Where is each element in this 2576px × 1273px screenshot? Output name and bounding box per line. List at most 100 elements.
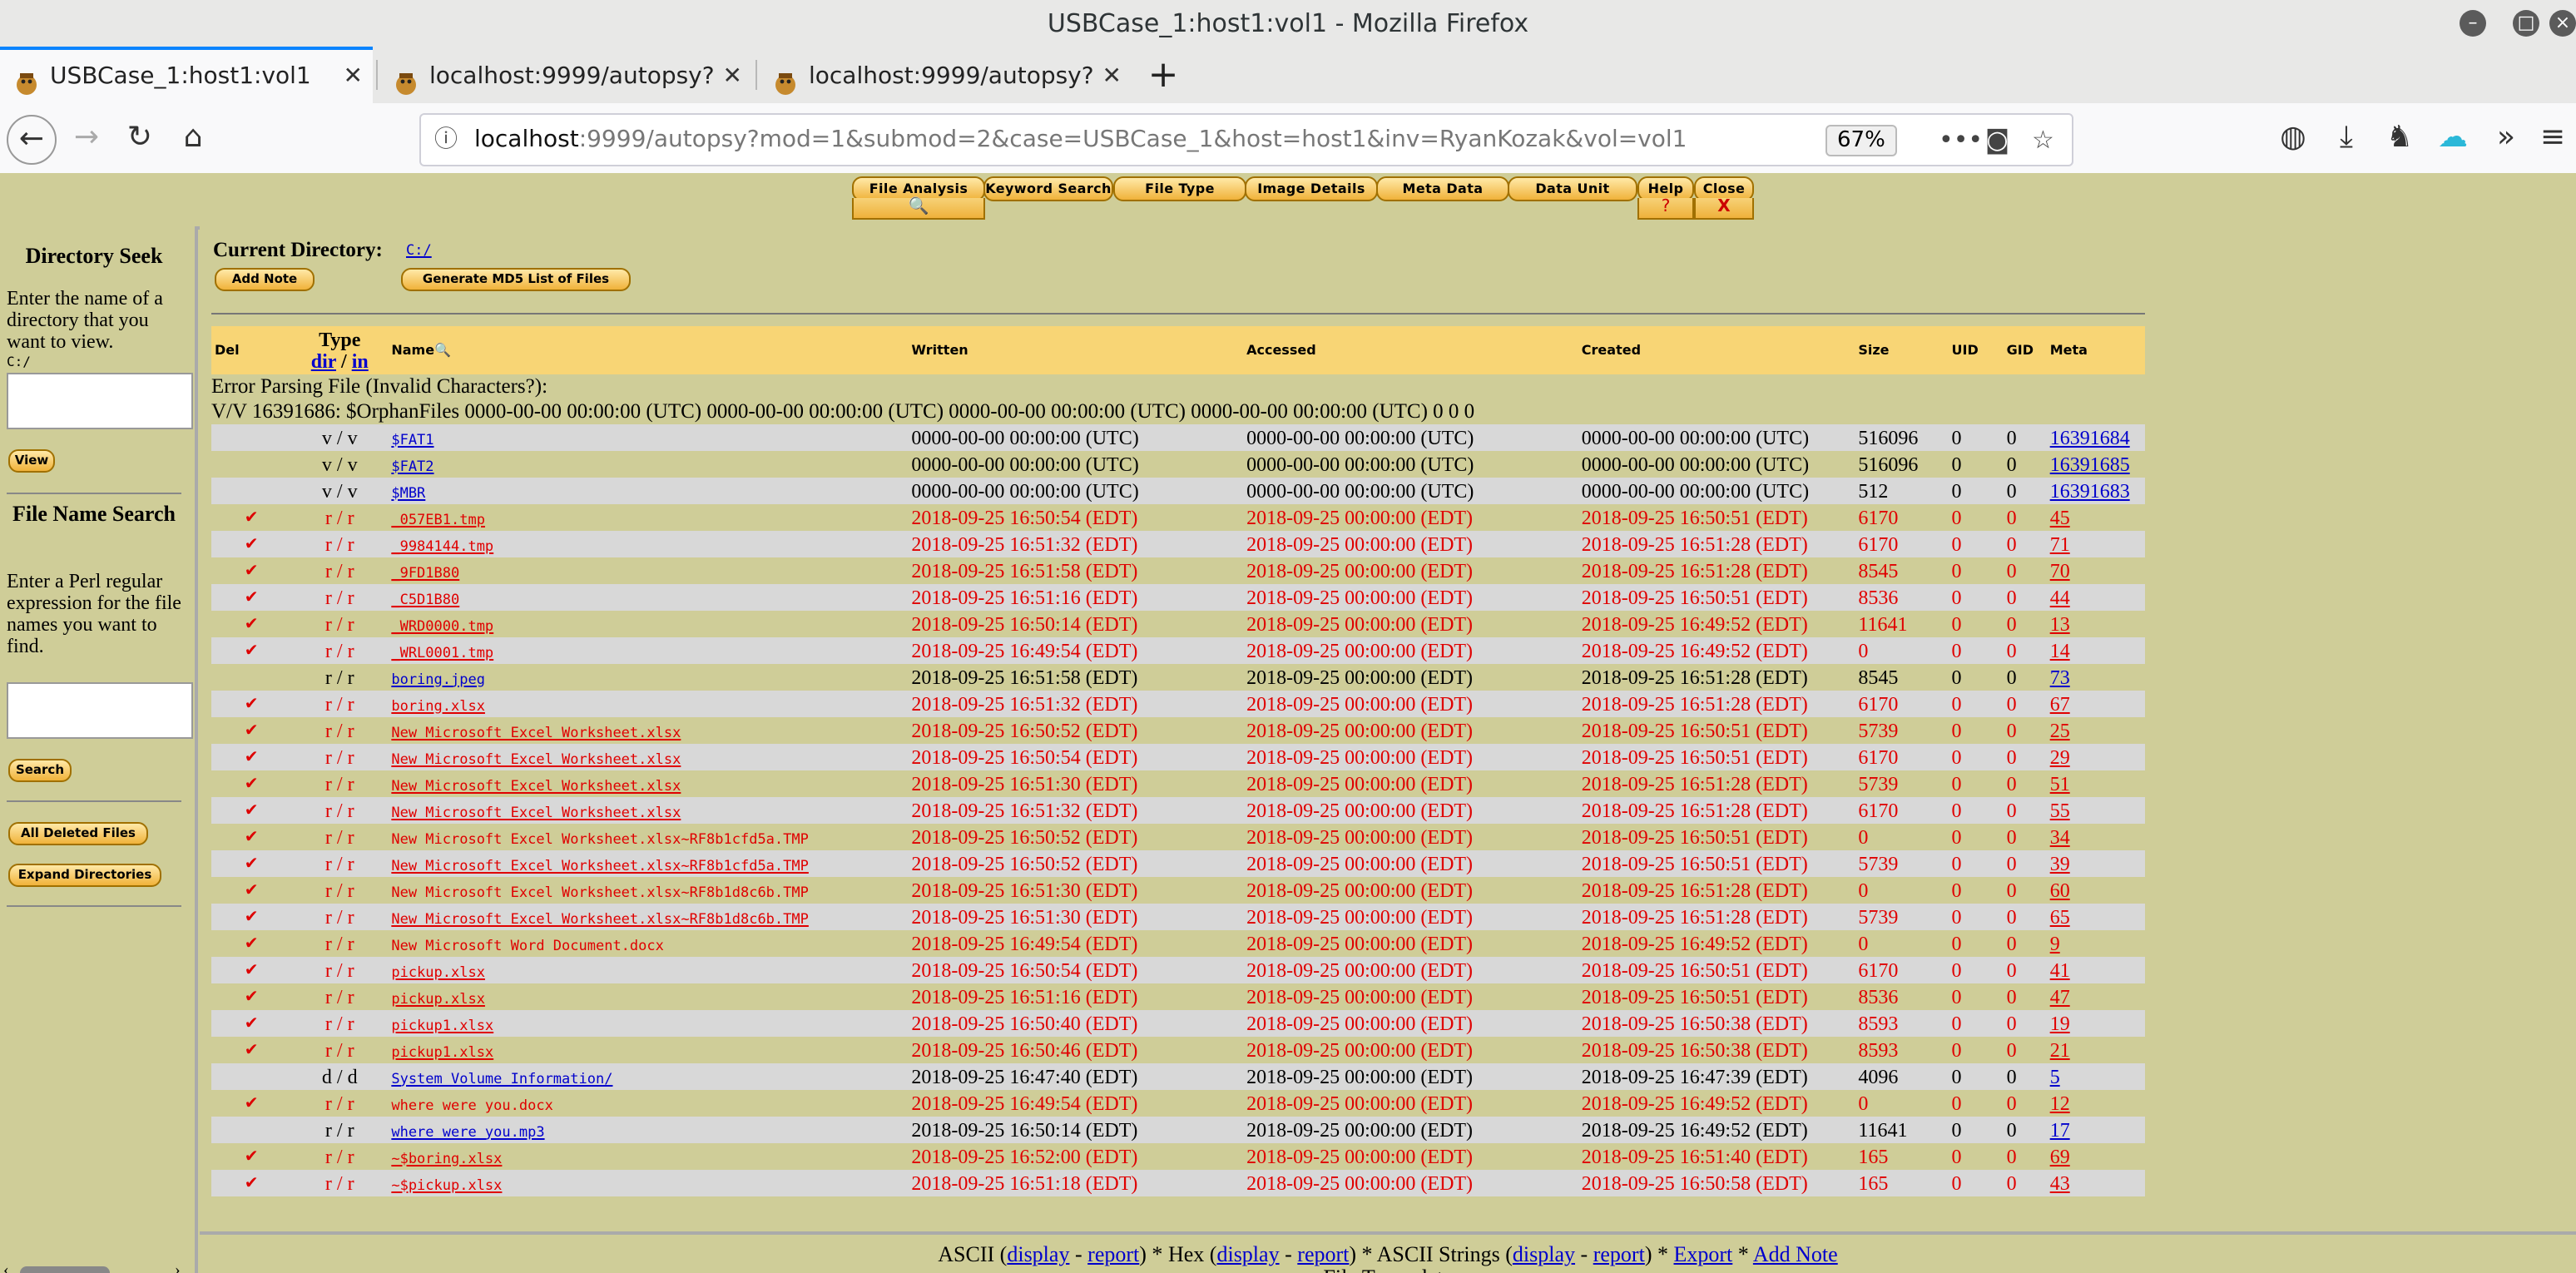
file-name-link[interactable]: System Volume Information/	[391, 1071, 612, 1087]
written-cell[interactable]: 2018-09-25 16:51:30 (EDT)	[911, 904, 1137, 928]
meta-link[interactable]: 73	[2050, 665, 2070, 688]
written-cell[interactable]: 2018-09-25 16:50:52 (EDT)	[911, 825, 1137, 848]
file-name-link[interactable]: pickup1.xlsx	[391, 1044, 493, 1061]
accessed-cell[interactable]: 2018-09-25 00:00:00 (EDT)	[1246, 558, 1473, 582]
written-cell[interactable]: 0000-00-00 00:00:00 (UTC)	[911, 452, 1138, 475]
written-cell[interactable]: 2018-09-25 16:52:00 (EDT)	[911, 1144, 1137, 1167]
created-cell[interactable]: 2018-09-25 16:50:38 (EDT)	[1582, 1038, 1808, 1061]
written-cell[interactable]: 2018-09-25 16:49:54 (EDT)	[911, 638, 1137, 661]
accessed-cell[interactable]: 2018-09-25 00:00:00 (EDT)	[1246, 1011, 1473, 1034]
created-cell[interactable]: 2018-09-25 16:49:52 (EDT)	[1582, 931, 1808, 954]
minimize-icon[interactable]: –	[2460, 10, 2486, 37]
accessed-cell[interactable]: 2018-09-25 00:00:00 (EDT)	[1246, 771, 1473, 795]
directory-input[interactable]	[7, 373, 193, 429]
type-dir-link[interactable]: dir	[311, 349, 336, 372]
created-cell[interactable]: 2018-09-25 16:50:38 (EDT)	[1582, 1011, 1808, 1034]
accessed-cell[interactable]: 2018-09-25 00:00:00 (EDT)	[1246, 958, 1473, 981]
created-cell[interactable]: 2018-09-25 16:49:52 (EDT)	[1582, 1117, 1808, 1141]
accessed-cell[interactable]: 2018-09-25 00:00:00 (EDT)	[1246, 585, 1473, 608]
written-cell[interactable]: 2018-09-25 16:51:16 (EDT)	[911, 585, 1137, 608]
type-in-link[interactable]: in	[352, 349, 369, 372]
hex-report-link[interactable]: report	[1297, 1241, 1349, 1266]
scroll-left-icon[interactable]: ‹	[3, 1261, 9, 1273]
written-cell[interactable]: 2018-09-25 16:51:16 (EDT)	[911, 984, 1137, 1008]
file-name-link[interactable]: _9984144.tmp	[391, 538, 493, 555]
created-cell[interactable]: 2018-09-25 16:51:28 (EDT)	[1582, 878, 1808, 901]
file-name-input[interactable]	[7, 682, 193, 739]
strings-report-link[interactable]: report	[1593, 1241, 1645, 1266]
back-icon[interactable]: ←	[7, 115, 57, 165]
written-cell[interactable]: 2018-09-25 16:51:30 (EDT)	[911, 878, 1137, 901]
image-details-tab[interactable]: Image Details	[1245, 176, 1378, 201]
meta-link[interactable]: 41	[2050, 958, 2070, 981]
created-cell[interactable]: 0000-00-00 00:00:00 (UTC)	[1582, 425, 1809, 448]
written-cell[interactable]: 2018-09-25 16:51:32 (EDT)	[911, 691, 1137, 715]
scroll-right-icon[interactable]: ›	[175, 1261, 181, 1273]
written-cell[interactable]: 2018-09-25 16:50:52 (EDT)	[911, 718, 1137, 741]
reload-icon[interactable]: ↻	[120, 118, 160, 158]
info-icon[interactable]: ⓘ	[434, 115, 458, 165]
meta-link[interactable]: 39	[2050, 851, 2070, 874]
created-cell[interactable]: 2018-09-25 16:49:52 (EDT)	[1582, 1091, 1808, 1114]
written-cell[interactable]: 2018-09-25 16:50:52 (EDT)	[911, 851, 1137, 874]
meta-link[interactable]: 12	[2050, 1091, 2070, 1114]
close-window-icon[interactable]: ×	[2549, 10, 2576, 37]
expand-directories-button[interactable]: Expand Directories	[8, 864, 161, 887]
file-name-link[interactable]: New Microsoft Excel Worksheet.xlsx	[391, 751, 681, 768]
accessed-cell[interactable]: 2018-09-25 00:00:00 (EDT)	[1246, 1038, 1473, 1061]
file-name-link[interactable]: pickup.xlsx	[391, 964, 485, 981]
created-cell[interactable]: 2018-09-25 16:51:28 (EDT)	[1582, 532, 1808, 555]
written-cell[interactable]: 2018-09-25 16:51:18 (EDT)	[911, 1171, 1137, 1194]
overflow-chevron-icon[interactable]: »	[2486, 118, 2526, 158]
meta-link[interactable]: 44	[2050, 585, 2070, 608]
close-x-icon[interactable]: X	[1694, 198, 1754, 220]
keyword-search-tab[interactable]: Keyword Search	[983, 176, 1113, 201]
meta-link[interactable]: 47	[2050, 984, 2070, 1008]
created-cell[interactable]: 2018-09-25 16:51:28 (EDT)	[1582, 558, 1808, 582]
written-cell[interactable]: 0000-00-00 00:00:00 (UTC)	[911, 478, 1138, 502]
file-name-link[interactable]: boring.jpeg	[391, 671, 485, 688]
meta-link[interactable]: 29	[2050, 745, 2070, 768]
meta-data-tab[interactable]: Meta Data	[1376, 176, 1509, 201]
meta-link[interactable]: 19	[2050, 1011, 2070, 1034]
accessed-cell[interactable]: 2018-09-25 00:00:00 (EDT)	[1246, 638, 1473, 661]
cookie-icon[interactable]: ◍	[2273, 118, 2313, 158]
accessed-cell[interactable]: 2018-09-25 00:00:00 (EDT)	[1246, 718, 1473, 741]
created-cell[interactable]: 2018-09-25 16:50:51 (EDT)	[1582, 505, 1808, 528]
accessed-cell[interactable]: 2018-09-25 00:00:00 (EDT)	[1246, 1117, 1473, 1141]
file-name-link[interactable]: $FAT2	[391, 458, 433, 475]
file-name-link[interactable]: ~$pickup.xlsx	[391, 1177, 502, 1194]
pocket-icon[interactable]: ◙	[1985, 115, 2009, 165]
file-name-link[interactable]: New Microsoft Excel Worksheet.xlsx~RF8b1…	[391, 911, 809, 928]
maximize-icon[interactable]: □	[2513, 10, 2539, 37]
meta-link[interactable]: 51	[2050, 771, 2070, 795]
file-name-link[interactable]: New Microsoft Excel Worksheet.xlsx~RF8b1…	[391, 858, 809, 874]
created-cell[interactable]: 2018-09-25 16:49:52 (EDT)	[1582, 612, 1808, 635]
created-cell[interactable]: 2018-09-25 16:50:51 (EDT)	[1582, 851, 1808, 874]
file-name-link[interactable]: $MBR	[391, 485, 425, 502]
accessed-cell[interactable]: 0000-00-00 00:00:00 (UTC)	[1246, 452, 1474, 475]
file-name-link[interactable]: New Microsoft Excel Worksheet.xlsx~RF8b1…	[391, 884, 809, 901]
generate-md5-button[interactable]: Generate MD5 List of Files	[401, 268, 631, 291]
file-name-link[interactable]: _WRL0001.tmp	[391, 645, 493, 661]
created-cell[interactable]: 2018-09-25 16:51:28 (EDT)	[1582, 798, 1808, 821]
meta-link[interactable]: 14	[2050, 638, 2070, 661]
file-name-link[interactable]: New Microsoft Word Document.docx	[391, 938, 664, 954]
written-cell[interactable]: 2018-09-25 16:50:54 (EDT)	[911, 958, 1137, 981]
written-cell[interactable]: 2018-09-25 16:51:58 (EDT)	[911, 558, 1137, 582]
written-cell[interactable]: 2018-09-25 16:50:14 (EDT)	[911, 1117, 1137, 1141]
created-cell[interactable]: 2018-09-25 16:51:28 (EDT)	[1582, 771, 1808, 795]
meta-link[interactable]: 60	[2050, 878, 2070, 901]
written-cell[interactable]: 2018-09-25 16:47:40 (EDT)	[911, 1064, 1137, 1087]
view-button[interactable]: View	[8, 449, 55, 473]
current-directory-link[interactable]: C:/	[406, 243, 432, 260]
written-cell[interactable]: 2018-09-25 16:51:32 (EDT)	[911, 532, 1137, 555]
tab-autopsy-2[interactable]: localhost:9999/autopsy? ✕	[379, 50, 752, 103]
accessed-cell[interactable]: 2018-09-25 00:00:00 (EDT)	[1246, 904, 1473, 928]
meta-link[interactable]: 5	[2050, 1064, 2060, 1087]
created-cell[interactable]: 2018-09-25 16:50:51 (EDT)	[1582, 718, 1808, 741]
bookmark-star-icon[interactable]: ☆	[2032, 115, 2054, 165]
meta-link[interactable]: 67	[2050, 691, 2070, 715]
accessed-cell[interactable]: 2018-09-25 00:00:00 (EDT)	[1246, 1091, 1473, 1114]
page-actions-icon[interactable]: •••	[1939, 115, 1983, 165]
